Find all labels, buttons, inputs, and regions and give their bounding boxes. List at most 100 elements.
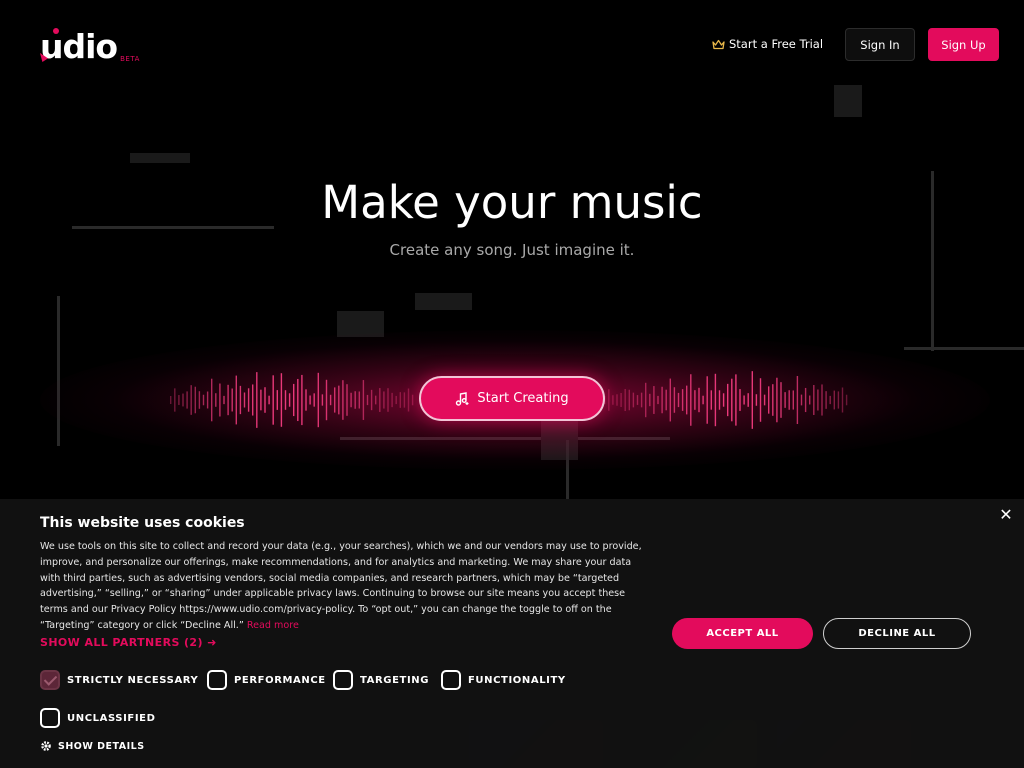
waveform-bar — [243, 392, 246, 408]
start-creating-button[interactable]: Start Creating — [419, 376, 605, 421]
category-targeting[interactable]: TARGETING — [333, 670, 429, 690]
targeting-checkbox[interactable] — [333, 670, 353, 690]
waveform-bar — [768, 386, 770, 414]
waveform-bar — [817, 389, 819, 411]
waveform-bar — [231, 388, 233, 412]
functionality-checkbox[interactable] — [441, 670, 461, 690]
waveform-bar — [264, 387, 266, 413]
waveform-bar — [411, 394, 414, 406]
show-details-label: SHOW DETAILS — [58, 740, 145, 752]
category-label: FUNCTIONALITY — [468, 674, 566, 686]
waveform-bar — [235, 375, 237, 425]
waveform-bar — [375, 395, 377, 405]
waveform-bar — [178, 395, 180, 405]
waveform-bar — [731, 378, 733, 422]
accept-all-button[interactable]: ACCEPT ALL — [672, 618, 813, 649]
bg-decoration — [834, 85, 862, 117]
waveform-bar — [690, 374, 692, 426]
hero-title: Make your music — [321, 176, 703, 229]
waveform-bar — [661, 386, 663, 414]
waveform-bar — [284, 390, 287, 410]
waveform-bar — [338, 385, 340, 415]
waveform-bar — [215, 393, 217, 407]
waveform-bar — [706, 376, 708, 424]
waveform-bar — [710, 390, 712, 410]
hero-subtitle: Create any song. Just imagine it. — [389, 241, 635, 259]
waveform-bar — [321, 394, 324, 406]
waveform-bar — [698, 387, 700, 413]
waveform-bar — [219, 383, 221, 417]
waveform-bar — [379, 388, 381, 412]
waveform-bar — [632, 392, 635, 408]
waveform-bar — [301, 374, 303, 426]
waveform-bar — [825, 391, 827, 409]
waveform-bar — [624, 389, 626, 411]
waveform-bar — [346, 384, 348, 416]
read-more-link[interactable]: Read more — [247, 620, 299, 631]
waveform-bar — [821, 384, 823, 416]
decline-all-button[interactable]: DECLINE ALL — [823, 618, 971, 649]
waveform-bar — [198, 391, 201, 409]
waveform-bar — [755, 394, 758, 406]
waveform-bar — [616, 394, 618, 406]
start-free-trial-link[interactable]: Start a Free Trial — [712, 36, 823, 52]
waveform-bar — [686, 385, 688, 415]
waveform-bar — [260, 389, 262, 411]
waveform-bar — [837, 391, 840, 409]
waveform-bar — [649, 393, 651, 407]
waveform-bar — [358, 391, 360, 409]
cookie-title: This website uses cookies — [40, 515, 245, 531]
category-functionality[interactable]: FUNCTIONALITY — [441, 670, 566, 690]
waveform-bar — [763, 394, 766, 406]
waveform-bar — [735, 374, 737, 426]
waveform-bar — [194, 386, 196, 414]
category-label: STRICTLY NECESSARY — [67, 674, 199, 686]
waveform-bar — [186, 391, 188, 409]
waveform-bar — [759, 378, 762, 422]
waveform-bar — [182, 393, 184, 407]
category-performance[interactable]: PERFORMANCE — [207, 670, 326, 690]
waveform-bar — [800, 394, 803, 406]
waveform-bar — [669, 378, 671, 422]
waveform-bar — [342, 380, 344, 420]
category-label: UNCLASSIFIED — [67, 712, 156, 724]
cookie-body-text: We use tools on this site to collect and… — [40, 541, 642, 631]
waveform-bar — [334, 387, 336, 413]
waveform-bar — [247, 388, 250, 412]
waveform-bar — [645, 382, 647, 418]
waveform-bar — [272, 375, 274, 425]
waveform-bar — [845, 394, 848, 406]
show-details-toggle[interactable]: SHOW DETAILS — [40, 740, 145, 752]
category-label: PERFORMANCE — [234, 674, 326, 686]
strictly-necessary-checkbox[interactable] — [40, 670, 60, 690]
waveform-bar — [399, 392, 401, 408]
waveform-bar — [636, 395, 639, 405]
waveform-bar — [829, 395, 831, 405]
unclassified-checkbox[interactable] — [40, 708, 60, 728]
category-strictly-necessary[interactable]: STRICTLY NECESSARY — [40, 670, 198, 690]
waveform-bar — [640, 392, 643, 408]
waveform-bar — [223, 395, 225, 405]
sign-in-button[interactable]: Sign In — [845, 28, 915, 61]
waveform-bar — [329, 394, 332, 406]
waveform-bar — [628, 389, 630, 411]
waveform-bar — [202, 394, 205, 406]
waveform-bar — [727, 383, 729, 417]
sign-up-button[interactable]: Sign Up — [928, 28, 999, 61]
crown-icon — [712, 39, 725, 49]
waveform-bar — [366, 394, 369, 406]
cookie-banner: ✕ This website uses cookies We use tools… — [0, 499, 1024, 768]
category-label: TARGETING — [360, 674, 430, 686]
waveform-bar — [370, 389, 373, 411]
waveform-bar — [288, 393, 291, 407]
performance-checkbox[interactable] — [207, 670, 227, 690]
cookie-description: We use tools on this site to collect and… — [40, 539, 652, 634]
bg-decoration — [415, 293, 472, 310]
waveform-bar — [268, 395, 270, 405]
waveform-bar — [739, 389, 741, 411]
category-unclassified[interactable]: UNCLASSIFIED — [40, 708, 156, 728]
close-icon[interactable]: ✕ — [998, 507, 1014, 523]
waveform-bar — [612, 395, 614, 405]
waveform-bar — [297, 378, 299, 422]
show-all-partners-link[interactable]: SHOW ALL PARTNERS (2) ➜ — [40, 636, 217, 649]
